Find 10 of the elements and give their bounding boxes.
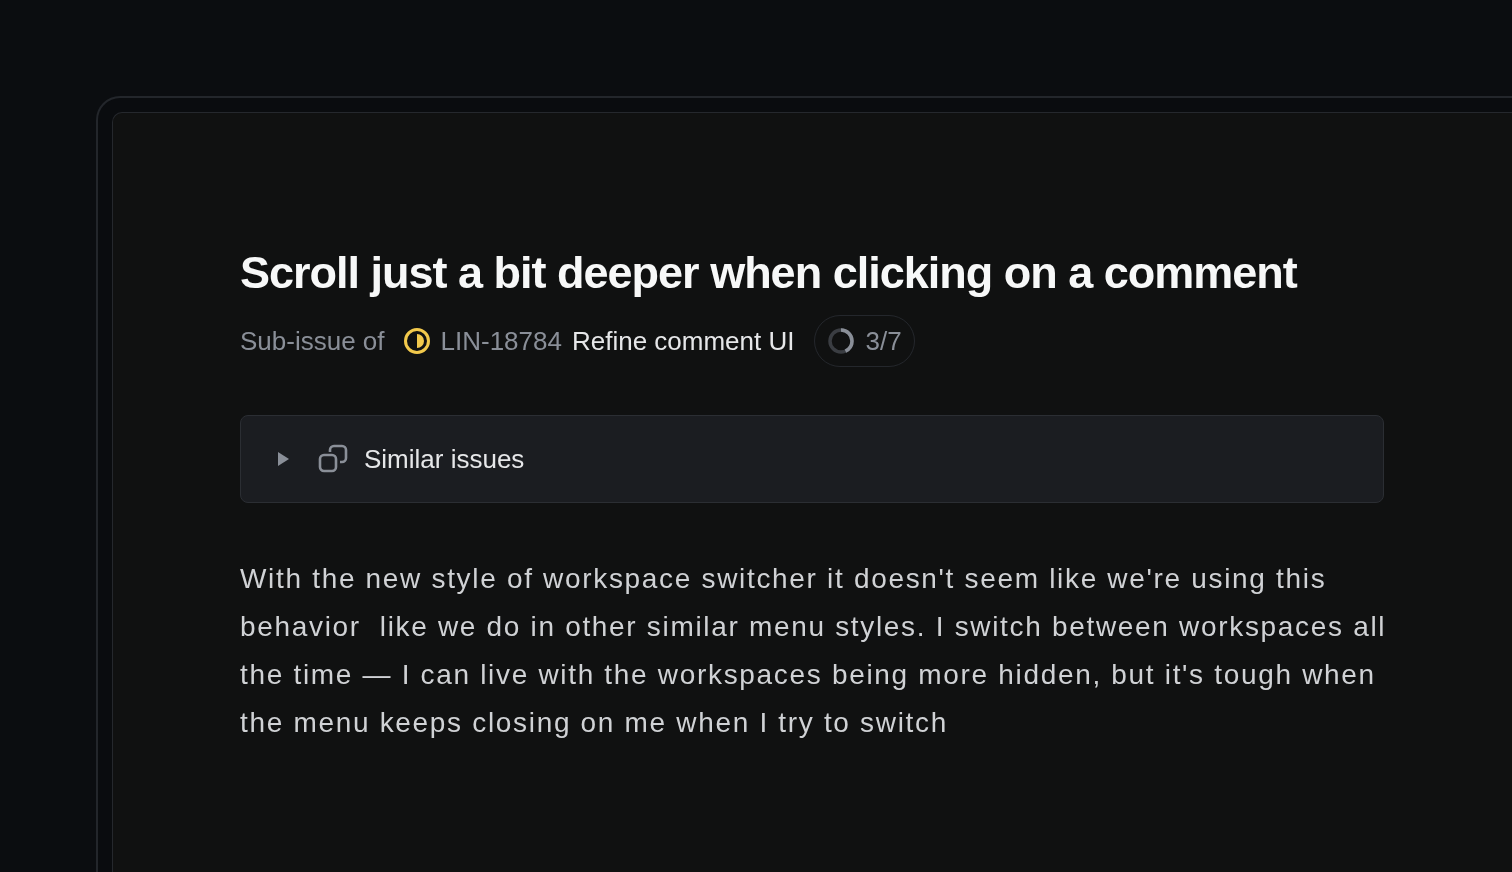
progress-ring-icon	[827, 327, 856, 355]
parent-issue-link[interactable]: Refine comment UI	[571, 321, 795, 361]
issue-description: With the new style of workspace switcher it doesn't seem like we're using this behavior like we do in other similar menu styles. I switch between workspaces all the time — I can live with the workspaces being more hidden, but it's tough when the menu keeps closing on me when I try to switch	[240, 562, 1388, 740]
similar-issues-label: Similar issues	[364, 442, 525, 476]
sub-issue-label: Sub-issue of	[240, 324, 385, 358]
similar-issues-panel[interactable]: Similar issues	[240, 415, 1384, 503]
parent-issue-id[interactable]: LIN-18784	[440, 321, 562, 361]
duplicate-icon	[318, 444, 348, 474]
progress-count: 3/7	[865, 324, 902, 358]
issue-title: Scroll just a bit deeper when clicking on a comment	[240, 246, 1297, 300]
